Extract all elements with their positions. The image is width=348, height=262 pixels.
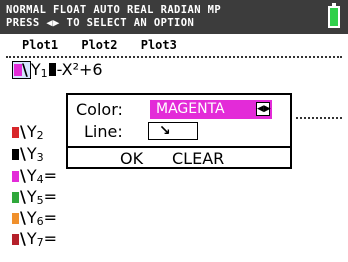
y1-name: Y [30, 60, 41, 79]
equation-row-y3[interactable]: \Y3 [12, 144, 44, 164]
color-swatch-icon [12, 171, 19, 182]
plot3-toggle[interactable]: Plot3 [141, 38, 177, 52]
line-style-icon: \ [20, 122, 26, 141]
divider [6, 56, 342, 58]
color-swatch-icon [12, 213, 19, 224]
y7-expression[interactable]: = [44, 229, 57, 248]
mode-status-text: NORMAL FLOAT AUTO REAL RADIAN MP [6, 4, 222, 16]
equation-row-y5[interactable]: \Y5= [12, 187, 57, 207]
color-swatch-icon [12, 234, 19, 245]
y1-label: Y1 [30, 60, 48, 80]
line-style-icon: \ [20, 229, 26, 248]
equation-row-y6[interactable]: \Y6= [12, 208, 57, 228]
line-style-icon: \ [20, 208, 26, 227]
y1-graph-style-selector[interactable]: \ [12, 61, 31, 79]
line-style-icon: \ [20, 166, 26, 185]
battery-icon [328, 3, 340, 28]
color-swatch-icon [12, 127, 19, 138]
divider-right [296, 117, 342, 119]
color-label: Color: [76, 100, 123, 119]
dialog-button-bar: OK CLEAR [68, 146, 290, 169]
y6-name: Y [26, 208, 37, 227]
y6-subscript: 6 [36, 215, 44, 228]
y7-subscript: 7 [36, 236, 44, 249]
plot1-toggle[interactable]: Plot1 [22, 38, 58, 52]
y2-subscript: 2 [36, 129, 44, 142]
plot2-toggle[interactable]: Plot2 [81, 38, 117, 52]
ok-button[interactable]: OK [120, 149, 143, 168]
y1-subscript: 1 [40, 67, 48, 80]
y5-expression[interactable]: = [44, 187, 57, 206]
clear-button[interactable]: CLEAR [172, 149, 224, 168]
y6-expression[interactable]: = [44, 208, 57, 227]
y5-subscript: 5 [36, 194, 44, 207]
y5-name: Y [26, 187, 37, 206]
color-selector[interactable]: MAGENTA [150, 100, 272, 119]
color-swatch-icon [12, 192, 19, 203]
calculator-screen: NORMAL FLOAT AUTO REAL RADIAN MP PRESS ◀… [0, 0, 348, 262]
hint-text: PRESS ◀▶ TO SELECT AN OPTION [6, 17, 195, 29]
line-style-selector[interactable]: ↘ [148, 122, 198, 140]
y3-subscript: 3 [36, 151, 44, 164]
y4-expression[interactable]: = [44, 166, 57, 185]
equation-row-y4[interactable]: \Y4= [12, 166, 57, 186]
plot-selector-row: Plot1 Plot2 Plot3 [22, 38, 193, 54]
y2-name: Y [26, 122, 37, 141]
y7-name: Y [26, 229, 37, 248]
line-style-icon: \ [22, 60, 28, 79]
y4-subscript: 4 [36, 173, 44, 186]
y3-name: Y [26, 144, 37, 163]
equation-row-y1[interactable]: \ Y1 -X²+6 [12, 60, 103, 80]
line-label: Line: [84, 122, 123, 141]
y1-expression[interactable]: -X²+6 [57, 60, 103, 79]
equation-row-y7[interactable]: \Y7= [12, 229, 57, 249]
left-right-arrows-icon[interactable]: ◀▶ [256, 102, 271, 116]
color-swatch-icon [12, 149, 19, 160]
equation-row-y2[interactable]: \Y2 [12, 122, 44, 142]
graph-style-dialog: Color: MAGENTA ◀▶ Line: ↘ OK CLEAR [66, 93, 292, 169]
line-style-icon: \ [20, 187, 26, 206]
y4-name: Y [26, 166, 37, 185]
color-swatch-icon [14, 64, 22, 76]
line-style-icon: \ [20, 144, 26, 163]
text-cursor [48, 63, 56, 76]
status-bar: NORMAL FLOAT AUTO REAL RADIAN MP PRESS ◀… [0, 0, 348, 34]
